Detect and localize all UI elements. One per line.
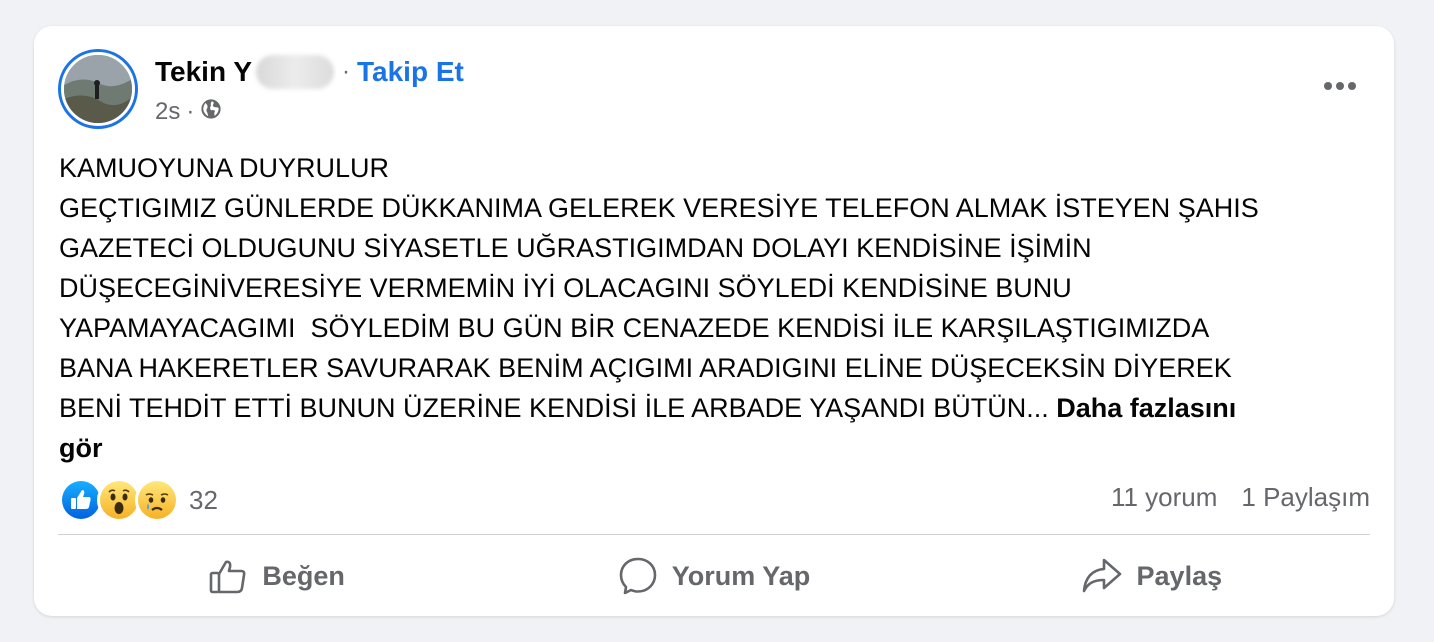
sad-icon xyxy=(135,478,179,522)
post-text-line: KAMUOYUNA DUYRULUR xyxy=(59,153,390,183)
comment-bubble-icon xyxy=(619,557,657,595)
thumbs-up-icon xyxy=(210,560,246,594)
post-text-line: GEÇTIGIMIZ GÜNLERDE DÜKKANIMA GELEREK VE… xyxy=(59,193,1259,223)
engagement-stats: 11 yorum 1 Paylaşım xyxy=(1111,482,1370,513)
post-meta: 2s · xyxy=(155,96,222,128)
post-text-last-segment: BENİ TEHDİT ETTİ BUNUN ÜZERİNE KENDİSİ İ… xyxy=(59,393,1049,423)
more-options-button[interactable] xyxy=(1320,72,1360,100)
share-count-link[interactable]: 1 Paylaşım xyxy=(1241,482,1370,513)
post-text-line: YAPAMAYACAGIMI SÖYLEDİM BU GÜN BİR CENAZ… xyxy=(59,313,1210,343)
post-time[interactable]: 2s xyxy=(155,98,180,126)
like-label: Beğen xyxy=(262,560,345,591)
see-more-part2[interactable]: gör xyxy=(59,428,1359,468)
blurred-name-redaction xyxy=(256,55,335,89)
action-bar: Beğen Yorum Yap Paylaş xyxy=(58,544,1370,608)
post-text-line: BANA HAKERETLER SAVURARAK BENİM AÇIGIMI … xyxy=(59,353,1232,383)
post-text: KAMUOYUNA DUYRULUR GEÇTIGIMIZ GÜNLERDE D… xyxy=(59,148,1359,468)
comment-button[interactable]: Yorum Yap xyxy=(495,544,932,608)
share-label: Paylaş xyxy=(1136,560,1223,591)
follow-button[interactable]: Takip Et xyxy=(357,56,464,88)
avatar-image xyxy=(61,52,135,126)
post-text-line: DÜŞECEGİNİVERESİYE VERMEMİN İYİ OLACAGIN… xyxy=(59,273,1072,303)
see-more-part1[interactable]: Daha fazlasını xyxy=(1056,393,1236,423)
reaction-count[interactable]: 32 xyxy=(189,485,218,516)
author-name[interactable]: Tekin Y xyxy=(155,56,252,88)
separator-dot: · xyxy=(342,58,351,85)
share-arrow-icon xyxy=(1082,558,1121,593)
comment-label: Yorum Yap xyxy=(671,560,811,591)
divider xyxy=(58,534,1370,535)
author-row: Tekin Y · Takip Et xyxy=(155,54,464,90)
more-horizontal-icon xyxy=(1324,82,1332,90)
like-button[interactable]: Beğen xyxy=(58,544,495,608)
avatar[interactable] xyxy=(58,49,138,129)
more-dot xyxy=(1348,82,1356,90)
globe-icon[interactable] xyxy=(200,98,222,127)
meta-separator: · xyxy=(186,98,195,125)
share-button[interactable]: Paylaş xyxy=(933,544,1370,608)
reaction-summary[interactable]: 32 xyxy=(59,478,218,522)
post-text-line: GAZETECİ OLDUGUNU SİYASETLE UĞRASTIGIMDA… xyxy=(59,233,1092,263)
post-text-line-last: BENİ TEHDİT ETTİ BUNUN ÜZERİNE KENDİSİ İ… xyxy=(59,388,1359,428)
more-dot xyxy=(1336,82,1344,90)
post-card: Tekin Y · Takip Et 2s · KAMUOYUNA DUYRUL… xyxy=(34,26,1394,616)
comment-count-link[interactable]: 11 yorum xyxy=(1111,482,1217,513)
